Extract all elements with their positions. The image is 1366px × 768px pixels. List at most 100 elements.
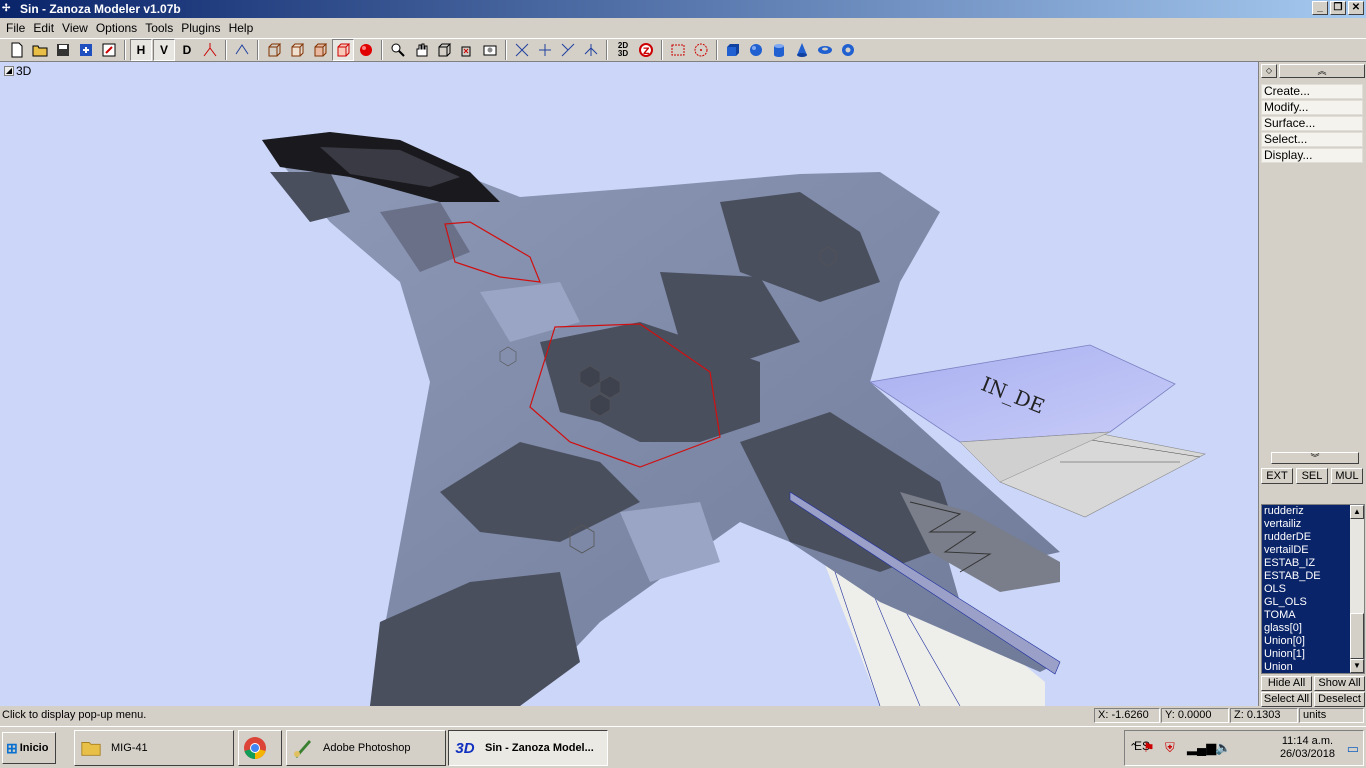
list-item[interactable]: ESTAB_IZ: [1262, 557, 1352, 570]
hidden-box-icon[interactable]: [286, 39, 308, 61]
vertex-icon[interactable]: [231, 39, 253, 61]
menu-help[interactable]: Help: [225, 21, 258, 35]
scroll-thumb[interactable]: [1350, 613, 1364, 659]
select-circle-icon[interactable]: [690, 39, 712, 61]
volume-icon[interactable]: 🔈: [1215, 740, 1231, 756]
list-item[interactable]: rudderiz: [1262, 505, 1352, 518]
scroll-up-arrow-icon[interactable]: ▲: [1350, 505, 1364, 519]
2d-3d-icon[interactable]: 2D 3D: [612, 39, 634, 61]
list-item[interactable]: Union[1]: [1262, 648, 1352, 661]
select-rect-icon[interactable]: [667, 39, 689, 61]
pan-hand-icon[interactable]: [410, 39, 432, 61]
modify-menu-item[interactable]: Modify...: [1261, 100, 1363, 115]
minimize-button[interactable]: _: [1312, 1, 1328, 15]
panel-scroll-up-icon[interactable]: ︽: [1279, 64, 1365, 78]
mirror-icon[interactable]: [580, 39, 602, 61]
export-icon[interactable]: [98, 39, 120, 61]
list-item[interactable]: rudderDE: [1262, 531, 1352, 544]
tab-mul[interactable]: MUL: [1331, 468, 1363, 484]
tab-sel[interactable]: SEL: [1296, 468, 1328, 484]
clock-time: 11:14 a.m.: [1281, 735, 1334, 747]
list-item[interactable]: ESTAB_DE: [1262, 570, 1352, 583]
import-icon[interactable]: [75, 39, 97, 61]
create-sphere-icon[interactable]: [745, 39, 767, 61]
zanoza-app-icon[interactable]: ✢: [2, 2, 16, 16]
zoom-extents-icon[interactable]: [433, 39, 455, 61]
object-list[interactable]: rudderiz vertailiz rudderDE vertailDE ES…: [1261, 504, 1365, 674]
list-item[interactable]: Union: [1262, 661, 1352, 673]
zoom-selected-icon[interactable]: [456, 39, 478, 61]
menu-options[interactable]: Options: [92, 21, 141, 35]
deselect-button[interactable]: Deselect: [1314, 692, 1365, 707]
task-mig41[interactable]: MIG-41: [74, 730, 234, 766]
create-box-icon[interactable]: [722, 39, 744, 61]
move-icon[interactable]: [511, 39, 533, 61]
viewport-label[interactable]: ◢ 3D: [4, 64, 31, 78]
menu-edit[interactable]: Edit: [29, 21, 58, 35]
list-item[interactable]: glass[0]: [1262, 622, 1352, 635]
surface-menu-item[interactable]: Surface...: [1261, 116, 1363, 131]
view-d-button[interactable]: D: [176, 39, 198, 61]
create-cone-icon[interactable]: [791, 39, 813, 61]
restore-button[interactable]: ❐: [1330, 1, 1346, 15]
create-torus-icon[interactable]: [814, 39, 836, 61]
view-h-button[interactable]: H: [130, 39, 152, 61]
task-zanoza[interactable]: 3D Sin - Zanoza Model...: [448, 730, 608, 766]
new-file-icon[interactable]: [6, 39, 28, 61]
create-tube-icon[interactable]: [837, 39, 859, 61]
hide-all-button[interactable]: Hide All: [1261, 676, 1312, 691]
list-item[interactable]: vertailDE: [1262, 544, 1352, 557]
show-hidden-icons-icon[interactable]: ⌃: [1129, 741, 1138, 754]
clock[interactable]: 11:14 a.m. 26/03/2018: [1280, 735, 1335, 761]
z-order-icon[interactable]: Z: [635, 39, 657, 61]
panel-toggle-icon[interactable]: ◇: [1261, 64, 1277, 78]
network-icon[interactable]: ▂▄▆: [1187, 740, 1216, 756]
aircraft-model-render: IN_DE: [262, 132, 1206, 706]
object-list-scrollbar[interactable]: ▲ ▼: [1350, 505, 1364, 673]
coord-y: Y: 0.0000: [1161, 708, 1229, 723]
menu-file[interactable]: File: [2, 21, 29, 35]
wire-box-icon[interactable]: [263, 39, 285, 61]
close-button[interactable]: ✕: [1348, 1, 1364, 15]
select-all-button[interactable]: Select All: [1261, 692, 1312, 707]
axes-icon[interactable]: [199, 39, 221, 61]
create-menu-item[interactable]: Create...: [1261, 84, 1363, 99]
list-item[interactable]: TOMA: [1262, 609, 1352, 622]
scale-icon[interactable]: [557, 39, 579, 61]
tab-ext[interactable]: EXT: [1261, 468, 1293, 484]
save-icon[interactable]: [52, 39, 74, 61]
rotate-icon[interactable]: [534, 39, 556, 61]
view-v-button[interactable]: V: [153, 39, 175, 61]
task-chrome[interactable]: [238, 730, 282, 766]
panel-scroll-down-icon[interactable]: ︾: [1271, 452, 1359, 464]
menu-view[interactable]: View: [58, 21, 92, 35]
3d-viewport[interactable]: IN_DE ◢ 3D: [0, 62, 1258, 706]
show-all-button[interactable]: Show All: [1314, 676, 1365, 691]
list-item[interactable]: OLS: [1262, 583, 1352, 596]
list-item[interactable]: vertailiz: [1262, 518, 1352, 531]
toolbar: H V D 2D 3D Z: [0, 38, 1366, 62]
scroll-down-arrow-icon[interactable]: ▼: [1350, 659, 1364, 673]
start-button[interactable]: ⊞ Inicio: [2, 732, 56, 764]
display-menu-item[interactable]: Display...: [1261, 148, 1363, 163]
create-cylinder-icon[interactable]: [768, 39, 790, 61]
open-folder-icon[interactable]: [29, 39, 51, 61]
select-menu-item[interactable]: Select...: [1261, 132, 1363, 147]
task-photoshop[interactable]: Adobe Photoshop: [286, 730, 446, 766]
folder-icon: [79, 736, 103, 760]
menu-tools[interactable]: Tools: [141, 21, 177, 35]
camera-icon[interactable]: [479, 39, 501, 61]
security-icon[interactable]: ⛨: [1165, 740, 1175, 756]
viewport-menu-icon[interactable]: ◢: [4, 66, 14, 76]
task-label: Sin - Zanoza Model...: [485, 742, 594, 754]
render-sphere-icon[interactable]: [355, 39, 377, 61]
list-item[interactable]: Union[0]: [1262, 635, 1352, 648]
textured-box-icon[interactable]: [332, 39, 354, 61]
zoom-icon[interactable]: [387, 39, 409, 61]
show-desktop-icon[interactable]: ▭: [1347, 741, 1359, 757]
menu-plugins[interactable]: Plugins: [177, 21, 224, 35]
list-item[interactable]: GL_OLS: [1262, 596, 1352, 609]
action-center-icon[interactable]: ⚑: [1143, 740, 1155, 756]
flat-box-icon[interactable]: [309, 39, 331, 61]
side-panel: ◇ ︽ Create... Modify... Surface... Selec…: [1258, 62, 1366, 707]
